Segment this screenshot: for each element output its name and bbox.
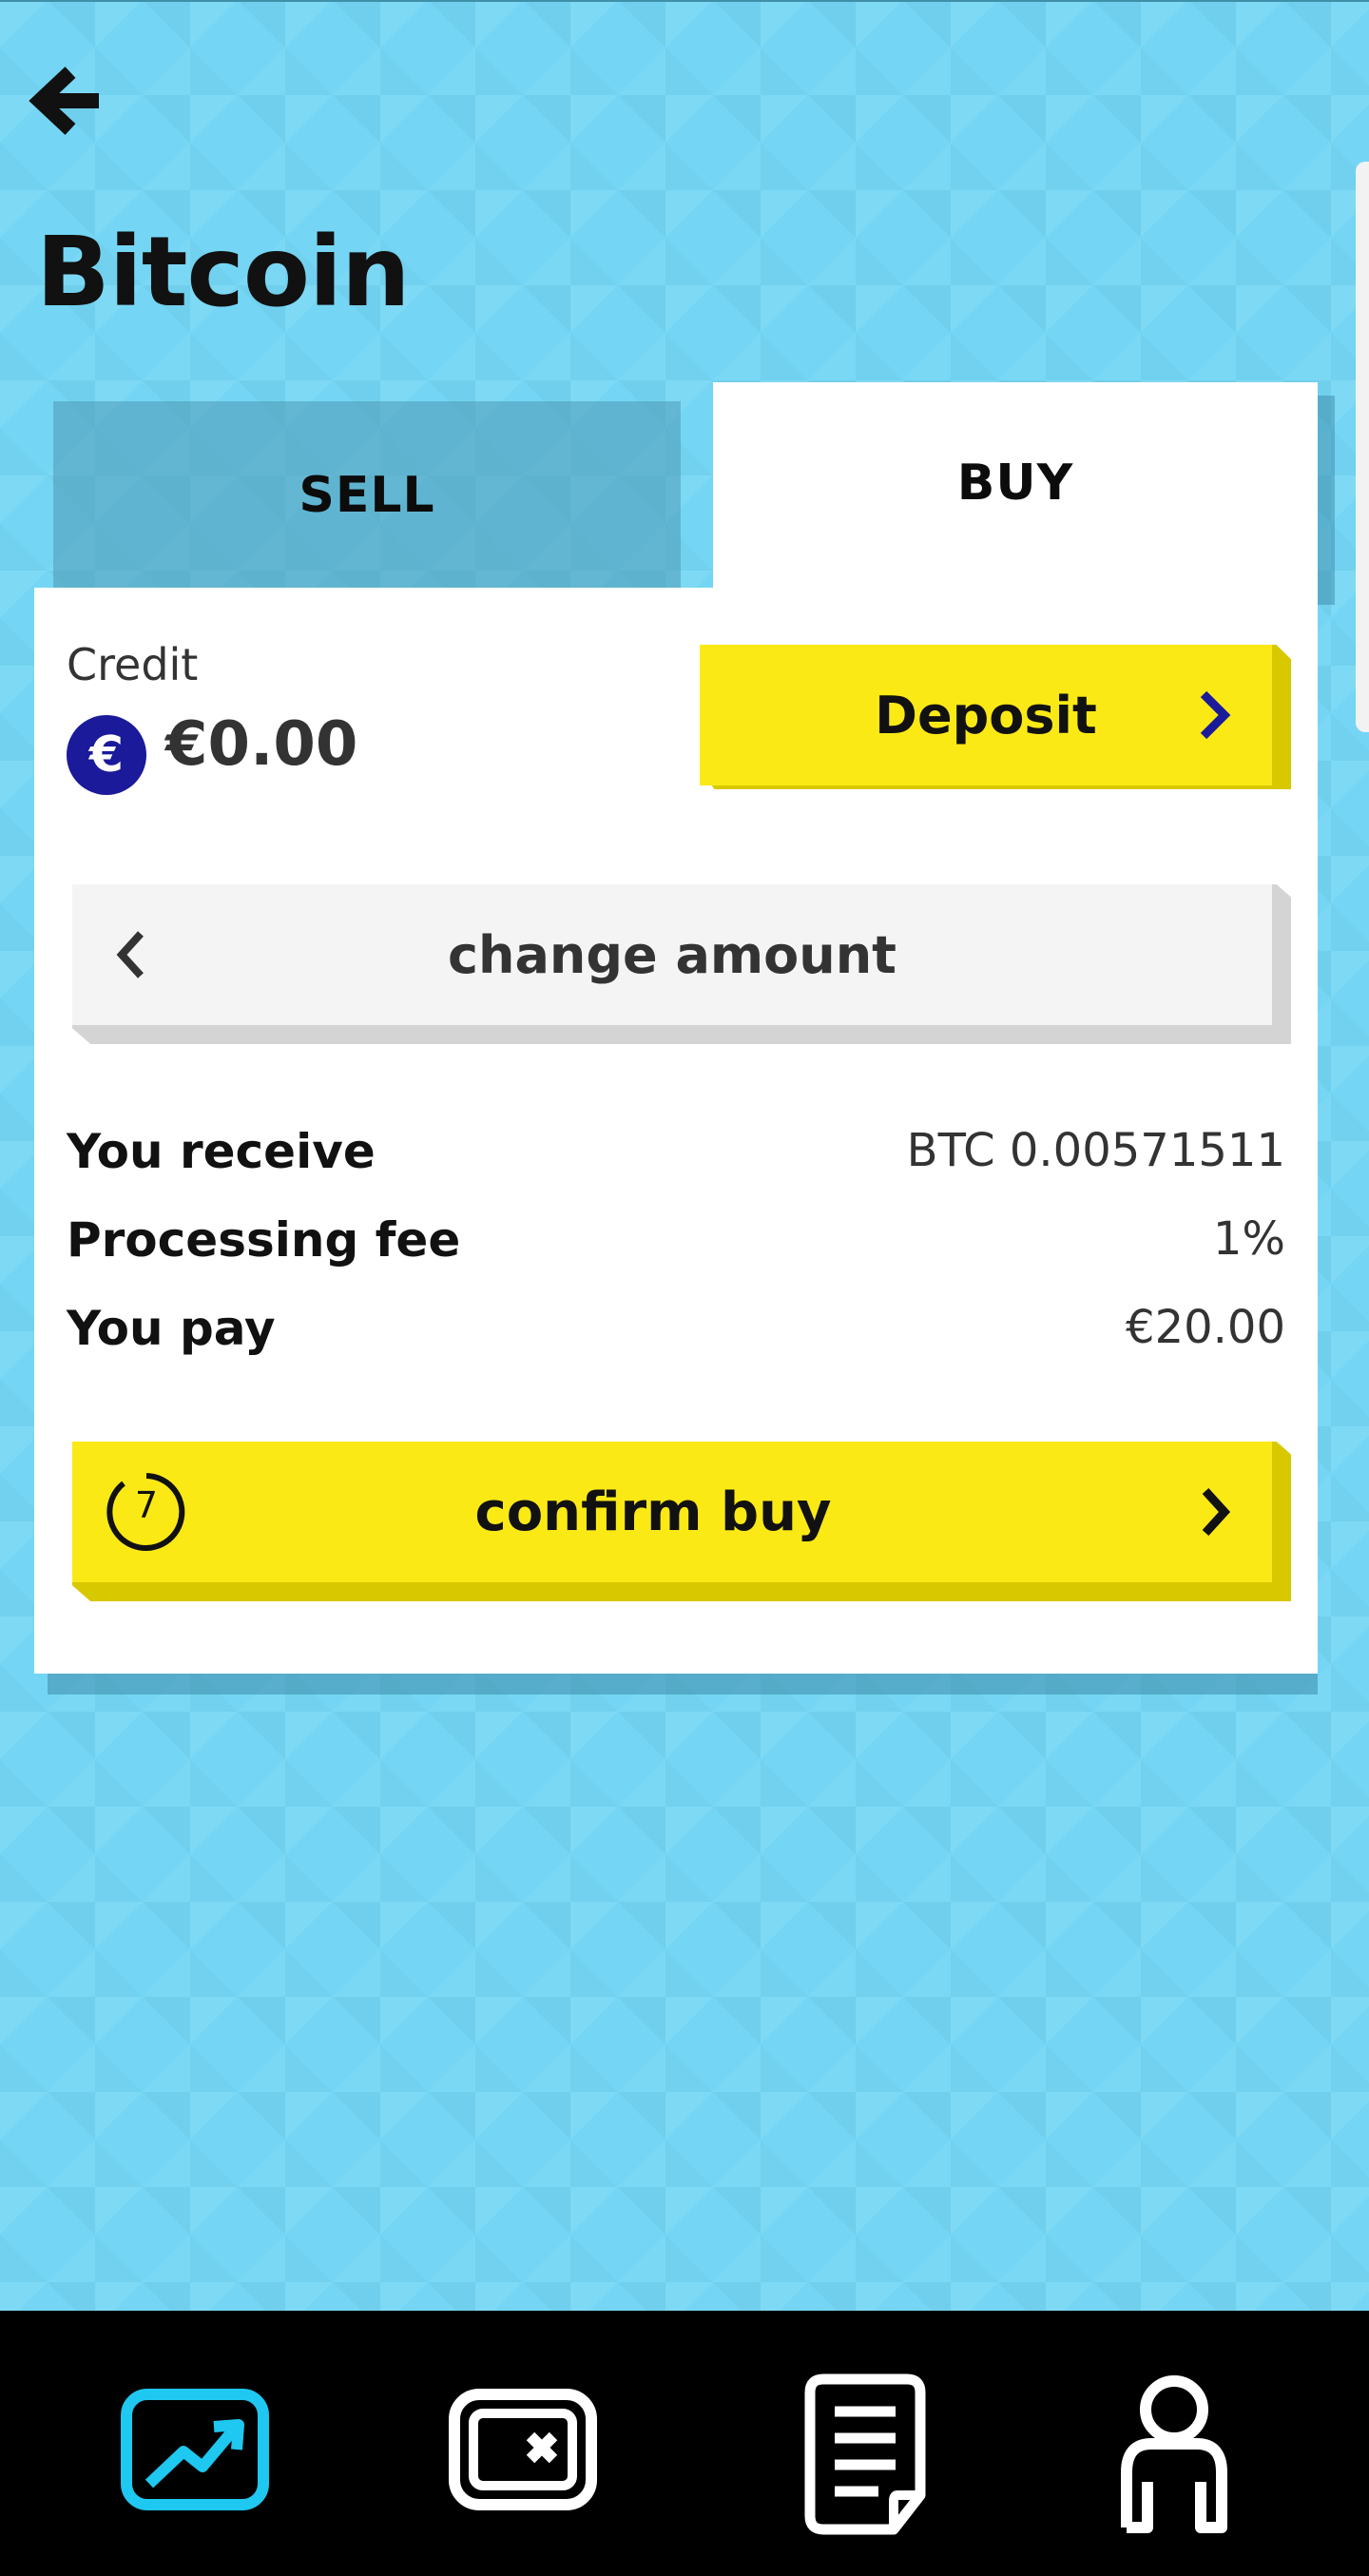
tab-buy[interactable]: BUY xyxy=(713,382,1318,593)
chevron-left-icon xyxy=(116,931,144,978)
deposit-button[interactable]: Deposit xyxy=(700,645,1272,785)
confirm-buy-label: confirm buy xyxy=(474,1481,832,1543)
deposit-label: Deposit xyxy=(875,685,1097,746)
nav-item-profile[interactable] xyxy=(1079,2368,1269,2539)
back-button[interactable] xyxy=(29,57,105,143)
profile-icon xyxy=(1121,2375,1227,2533)
nav-item-orders[interactable] xyxy=(770,2368,960,2539)
chart-icon xyxy=(121,2389,269,2510)
chevron-right-icon xyxy=(1200,690,1231,740)
tab-buy-label: BUY xyxy=(956,455,1074,512)
status-line xyxy=(0,0,1369,2)
page-title: Bitcoin xyxy=(36,216,411,329)
nav-item-wallet[interactable] xyxy=(428,2368,618,2539)
credit-label: Credit xyxy=(67,639,199,690)
wallet-icon xyxy=(449,2389,597,2510)
processing-fee-value: 1% xyxy=(1212,1212,1285,1266)
back-arrow-icon xyxy=(29,67,99,135)
confirm-buy-button[interactable]: 7 confirm buy xyxy=(72,1442,1272,1582)
tab-sell-label: SELL xyxy=(299,467,435,524)
you-receive-label: You receive xyxy=(67,1124,376,1179)
processing-fee-label: Processing fee xyxy=(67,1212,461,1268)
credit-value: €0.00 xyxy=(165,709,358,780)
tab-sell[interactable]: SELL xyxy=(53,401,681,590)
change-amount-button[interactable]: change amount xyxy=(72,884,1272,1025)
you-pay-value: €20.00 xyxy=(1126,1301,1285,1354)
chevron-right-icon xyxy=(1202,1487,1231,1537)
side-panel-handle[interactable] xyxy=(1356,162,1369,732)
nav-item-markets[interactable] xyxy=(100,2368,290,2539)
you-pay-label: You pay xyxy=(67,1301,276,1356)
you-receive-value: BTC 0.00571511 xyxy=(906,1124,1285,1177)
bottom-navigation xyxy=(0,2311,1369,2576)
document-icon xyxy=(804,2373,926,2535)
euro-icon: € xyxy=(67,715,146,795)
countdown-timer-value: 7 xyxy=(134,1484,159,1526)
trade-card: Credit € €0.00 Deposit change amount You… xyxy=(34,588,1318,1674)
change-amount-label: change amount xyxy=(448,924,897,985)
